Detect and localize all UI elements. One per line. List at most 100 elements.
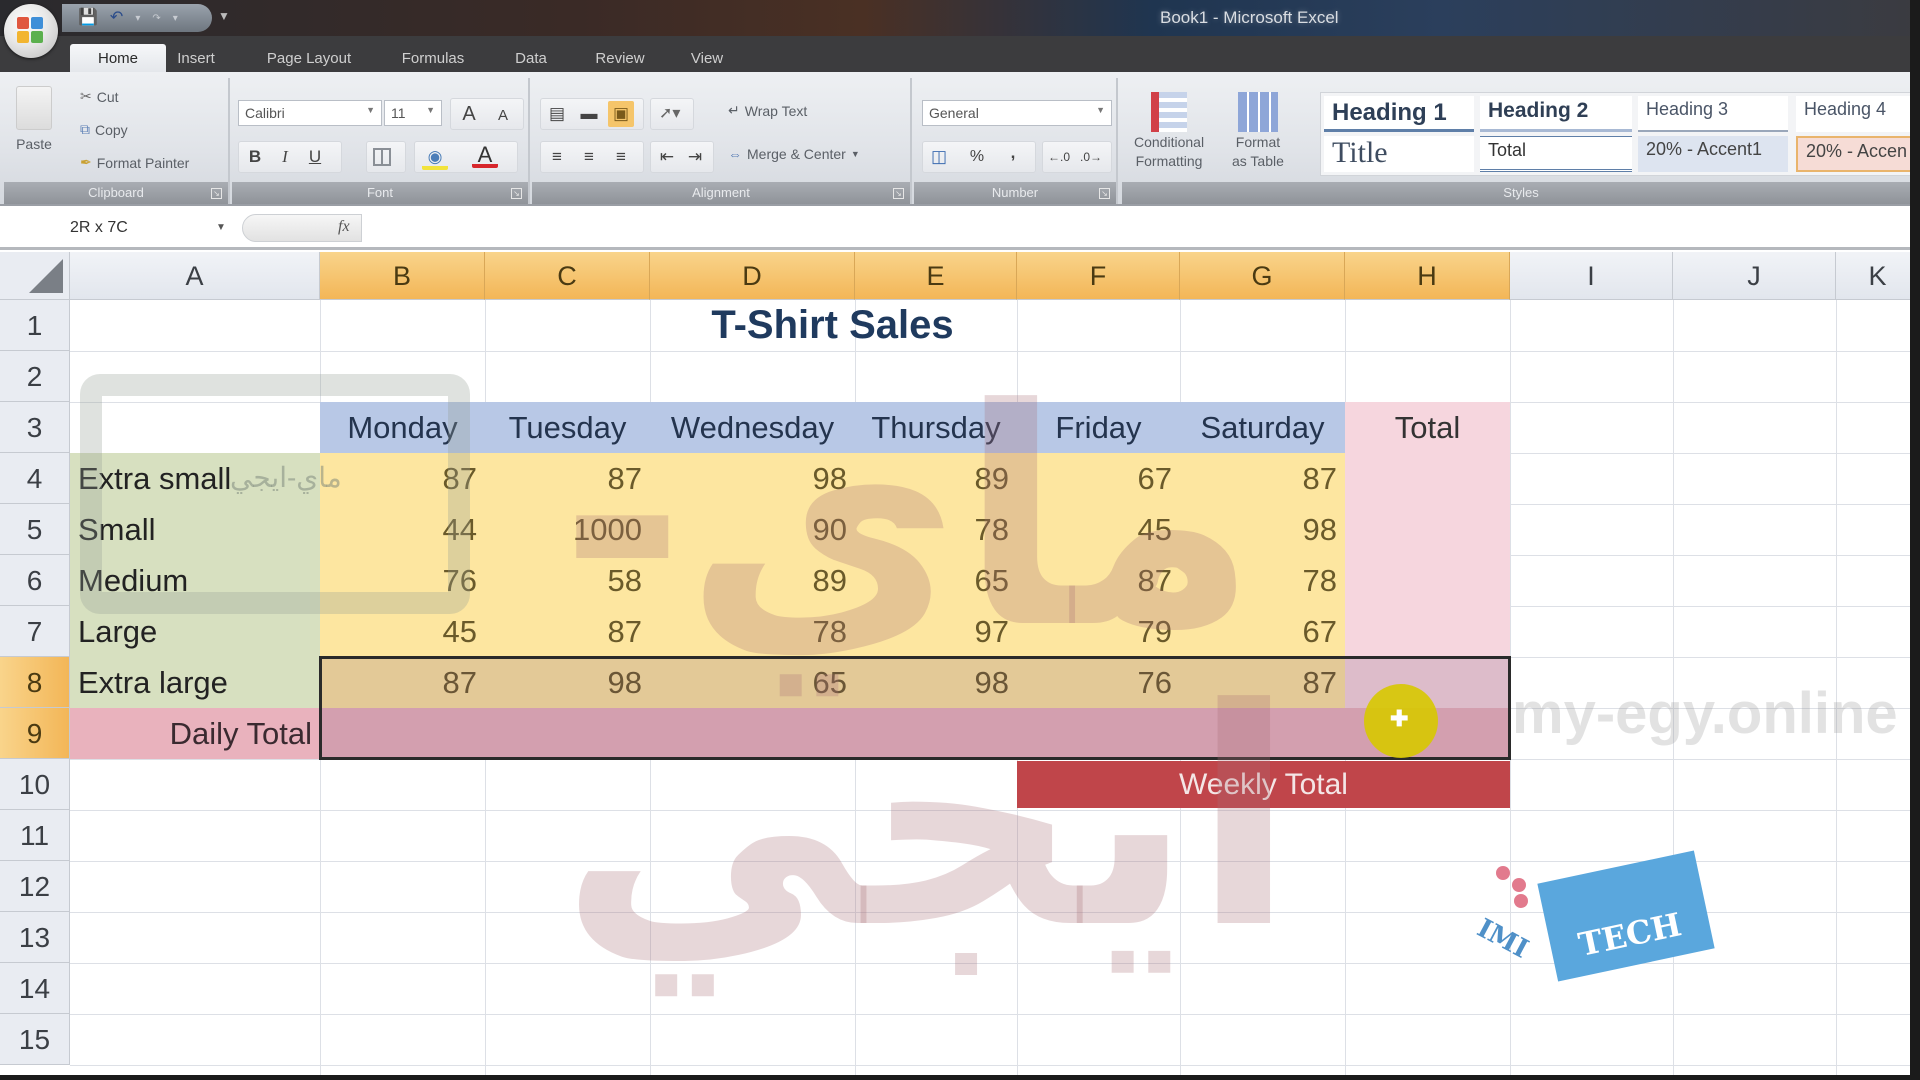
- column-header-g[interactable]: G: [1180, 252, 1345, 300]
- comma-button[interactable]: ,: [1000, 140, 1026, 166]
- style-heading-2[interactable]: Heading 2: [1480, 96, 1632, 132]
- name-box-dropdown-icon[interactable]: ▼: [216, 222, 226, 233]
- style-heading-4[interactable]: Heading 4: [1796, 96, 1920, 132]
- row-header-4[interactable]: 4: [0, 453, 70, 504]
- decrease-indent-icon[interactable]: ⇤: [654, 144, 680, 170]
- sales-value-cell[interactable]: 44: [320, 504, 485, 555]
- sales-value-cell[interactable]: 67: [1180, 606, 1345, 657]
- align-right-icon[interactable]: ≡: [608, 144, 634, 170]
- undo-dropdown-icon[interactable]: ▾: [135, 13, 140, 24]
- cut-button[interactable]: ✂ Cut: [80, 88, 119, 105]
- format-painter-button[interactable]: ✒ Format Painter: [80, 154, 189, 171]
- row-header-10[interactable]: 10: [0, 759, 70, 810]
- font-launcher-icon[interactable]: ↘: [511, 188, 522, 199]
- borders-button[interactable]: [366, 141, 406, 173]
- sales-value-cell[interactable]: 78: [650, 606, 855, 657]
- style-20-accent2[interactable]: 20% - Accen: [1796, 136, 1920, 172]
- formula-input[interactable]: [368, 214, 1908, 242]
- bottom-align-icon[interactable]: ▣: [608, 101, 634, 127]
- font-size-select[interactable]: 11 ▼: [384, 100, 442, 126]
- column-header-i[interactable]: I: [1510, 252, 1673, 300]
- top-align-icon[interactable]: ▤: [544, 101, 570, 127]
- conditional-formatting-button[interactable]: Conditional Formatting: [1134, 92, 1204, 170]
- wrap-text-button[interactable]: ↵ Wrap Text: [728, 102, 807, 119]
- copy-button[interactable]: ⧉ Copy: [80, 121, 128, 138]
- redo-dropdown-icon[interactable]: ▾: [173, 13, 178, 24]
- row-header-15[interactable]: 15: [0, 1014, 70, 1065]
- weekly-total-cell[interactable]: Weekly Total: [1017, 761, 1510, 808]
- sales-value-cell[interactable]: 97: [855, 606, 1017, 657]
- sales-value-cell[interactable]: 98: [650, 453, 855, 504]
- row-header-5[interactable]: 5: [0, 504, 70, 555]
- sales-value-cell[interactable]: 89: [855, 453, 1017, 504]
- style-total[interactable]: Total: [1480, 136, 1632, 172]
- size-label-cell[interactable]: Medium: [70, 555, 320, 606]
- currency-icon[interactable]: ◫: [926, 144, 952, 170]
- redo-icon[interactable]: ↷: [152, 13, 160, 24]
- size-label-cell[interactable]: Extra small: [70, 453, 320, 504]
- undo-icon[interactable]: ↶: [110, 10, 123, 26]
- row-header-12[interactable]: 12: [0, 861, 70, 912]
- row-header-9[interactable]: 9: [0, 708, 70, 759]
- tab-home[interactable]: Home: [70, 44, 166, 72]
- sales-value-cell[interactable]: 58: [485, 555, 650, 606]
- daily-total-label[interactable]: Daily Total: [70, 708, 320, 759]
- percent-button[interactable]: %: [964, 144, 990, 170]
- sales-value-cell[interactable]: 87: [1017, 555, 1180, 606]
- tab-formulas[interactable]: Formulas: [392, 44, 474, 72]
- row-header-1[interactable]: 1: [0, 300, 70, 351]
- spreadsheet-grid[interactable]: ABCDEFGHIJK 1 2 3 4 5 6 7 8 9 10 11 12 13 14 15 T-Shir…: [0, 250, 1920, 1080]
- size-label-cell[interactable]: Large: [70, 606, 320, 657]
- total-header-cell[interactable]: Total: [1345, 402, 1510, 453]
- sales-value-cell[interactable]: 65: [855, 555, 1017, 606]
- row-header-3[interactable]: 3: [0, 402, 70, 453]
- office-button[interactable]: [4, 4, 58, 58]
- sales-value-cell[interactable]: 1000: [485, 504, 650, 555]
- sales-value-cell[interactable]: 87: [485, 453, 650, 504]
- increase-indent-icon[interactable]: ⇥: [682, 144, 708, 170]
- sales-value-cell[interactable]: 87: [1180, 453, 1345, 504]
- style-title[interactable]: Title: [1324, 136, 1474, 172]
- sales-value-cell[interactable]: 67: [1017, 453, 1180, 504]
- row-header-14[interactable]: 14: [0, 963, 70, 1014]
- day-header-cell[interactable]: Monday: [320, 402, 485, 453]
- column-header-h[interactable]: H: [1345, 252, 1510, 300]
- sales-value-cell[interactable]: 78: [855, 504, 1017, 555]
- clipboard-launcher-icon[interactable]: ↘: [211, 188, 222, 199]
- tab-data[interactable]: Data: [508, 44, 554, 72]
- grow-font-button[interactable]: A: [456, 101, 482, 127]
- sales-value-cell[interactable]: 45: [1017, 504, 1180, 555]
- row-header-7[interactable]: 7: [0, 606, 70, 657]
- column-header-f[interactable]: F: [1017, 252, 1180, 300]
- sales-value-cell[interactable]: 87: [320, 453, 485, 504]
- format-as-table-button[interactable]: Format as Table: [1232, 92, 1284, 170]
- row-header-8[interactable]: 8: [0, 657, 70, 708]
- column-header-e[interactable]: E: [855, 252, 1017, 300]
- alignment-launcher-icon[interactable]: ↘: [893, 188, 904, 199]
- column-header-j[interactable]: J: [1673, 252, 1836, 300]
- row-header-13[interactable]: 13: [0, 912, 70, 963]
- shrink-font-button[interactable]: A: [490, 103, 516, 129]
- sales-value-cell[interactable]: 89: [650, 555, 855, 606]
- font-color-button[interactable]: A: [472, 142, 498, 168]
- tab-review[interactable]: Review: [588, 44, 652, 72]
- style-heading-1[interactable]: Heading 1: [1324, 96, 1474, 132]
- style-heading-3[interactable]: Heading 3: [1638, 96, 1788, 132]
- column-header-a[interactable]: A: [70, 252, 320, 300]
- align-center-icon[interactable]: ≡: [576, 144, 602, 170]
- name-box[interactable]: 2R x 7C: [8, 214, 228, 242]
- decrease-decimal-icon[interactable]: .0→: [1078, 144, 1104, 170]
- selection-range[interactable]: [319, 656, 1511, 760]
- row-header-6[interactable]: 6: [0, 555, 70, 606]
- sales-value-cell[interactable]: 90: [650, 504, 855, 555]
- orientation-button[interactable]: ➚▾: [650, 98, 694, 130]
- customize-qat-icon[interactable]: ▼: [218, 9, 230, 23]
- day-header-cell[interactable]: Wednesday: [650, 402, 855, 453]
- sales-value-cell[interactable]: 76: [320, 555, 485, 606]
- number-format-select[interactable]: General ▼: [922, 100, 1112, 126]
- sales-value-cell[interactable]: 87: [485, 606, 650, 657]
- number-launcher-icon[interactable]: ↘: [1099, 188, 1110, 199]
- sales-value-cell[interactable]: 45: [320, 606, 485, 657]
- style-20-accent1[interactable]: 20% - Accent1: [1638, 136, 1788, 172]
- row-header-11[interactable]: 11: [0, 810, 70, 861]
